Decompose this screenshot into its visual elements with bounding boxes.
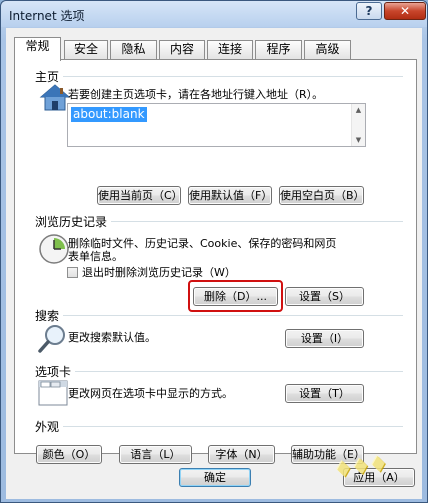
history-description-line1: 删除临时文件、历史记录、Cookie、保存的密码和网页 xyxy=(68,237,337,250)
tab-content[interactable]: 内容 xyxy=(159,40,205,59)
colors-button[interactable]: 颜色（O） xyxy=(36,445,102,464)
tab-general[interactable]: 常规 xyxy=(14,37,61,61)
tabbed-divider xyxy=(75,371,403,372)
appearance-group-label: 外观 xyxy=(35,420,60,434)
history-divider xyxy=(111,221,403,222)
tab-privacy[interactable]: 隐私 xyxy=(110,40,157,59)
use-default-button[interactable]: 使用默认值（F） xyxy=(188,186,272,205)
tabbed-description: 更改网页在选项卡中显示的方式。 xyxy=(68,387,233,400)
window-title: Internet 选项 xyxy=(9,9,85,23)
delete-history-button[interactable]: 删除（D）... xyxy=(193,287,278,306)
appearance-divider xyxy=(63,426,403,427)
close-button[interactable]: ✕ xyxy=(384,2,426,20)
dialog-client: 常规 安全 隐私 内容 连接 程序 高级 主页 若要创建主页选项卡，请在各地址行… xyxy=(6,28,422,499)
history-description-line2: 表单信息。 xyxy=(68,250,123,263)
delete-on-exit-label[interactable]: 退出时删除浏览历史记录（W） xyxy=(82,266,236,279)
url-scrollbar[interactable]: ▲ ▼ xyxy=(351,104,365,146)
magnifier-icon xyxy=(38,325,65,353)
tabbed-group-label: 选项卡 xyxy=(35,365,72,379)
tab-security[interactable]: 安全 xyxy=(64,40,108,59)
languages-button[interactable]: 语言（L） xyxy=(119,445,192,464)
ok-button[interactable]: 确定 xyxy=(179,468,251,487)
home-divider xyxy=(63,76,403,77)
history-settings-button[interactable]: 设置（S） xyxy=(285,287,364,306)
search-group-label: 搜索 xyxy=(35,309,60,323)
internet-options-window: Internet 选项 ? ✕ 常规 安全 隐私 内容 连接 程序 高级 主页 … xyxy=(0,0,428,503)
home-page-url-value: about:blank xyxy=(71,107,147,122)
scroll-down-arrow-icon[interactable]: ▼ xyxy=(352,134,365,146)
use-blank-button[interactable]: 使用空白页（B） xyxy=(279,186,365,205)
search-settings-button[interactable]: 设置（I） xyxy=(285,329,364,348)
home-description: 若要创建主页选项卡，请在各地址行键入地址（R）。 xyxy=(68,88,324,101)
history-group-label: 浏览历史记录 xyxy=(35,215,108,229)
tab-programs[interactable]: 程序 xyxy=(255,40,302,59)
use-current-button[interactable]: 使用当前页（C） xyxy=(97,186,183,205)
delete-on-exit-checkbox[interactable] xyxy=(67,267,78,278)
tab-connections[interactable]: 连接 xyxy=(207,40,253,59)
search-divider xyxy=(63,315,403,316)
home-page-url-input[interactable]: about:blank ▲ ▼ xyxy=(67,103,366,147)
history-clock-icon xyxy=(39,234,69,264)
tabbed-settings-button[interactable]: 设置（T） xyxy=(285,384,364,403)
tabs-icon xyxy=(38,380,68,406)
general-panel: 主页 若要创建主页选项卡，请在各地址行键入地址（R）。 about:blank … xyxy=(14,59,417,464)
title-bar[interactable]: Internet 选项 ? ✕ xyxy=(1,1,427,27)
search-description: 更改搜索默认值。 xyxy=(68,331,156,344)
tab-advanced[interactable]: 高级 xyxy=(304,40,351,59)
scroll-up-arrow-icon[interactable]: ▲ xyxy=(352,104,365,116)
help-button[interactable]: ? xyxy=(356,2,382,20)
fonts-button[interactable]: 字体（N） xyxy=(208,445,275,464)
